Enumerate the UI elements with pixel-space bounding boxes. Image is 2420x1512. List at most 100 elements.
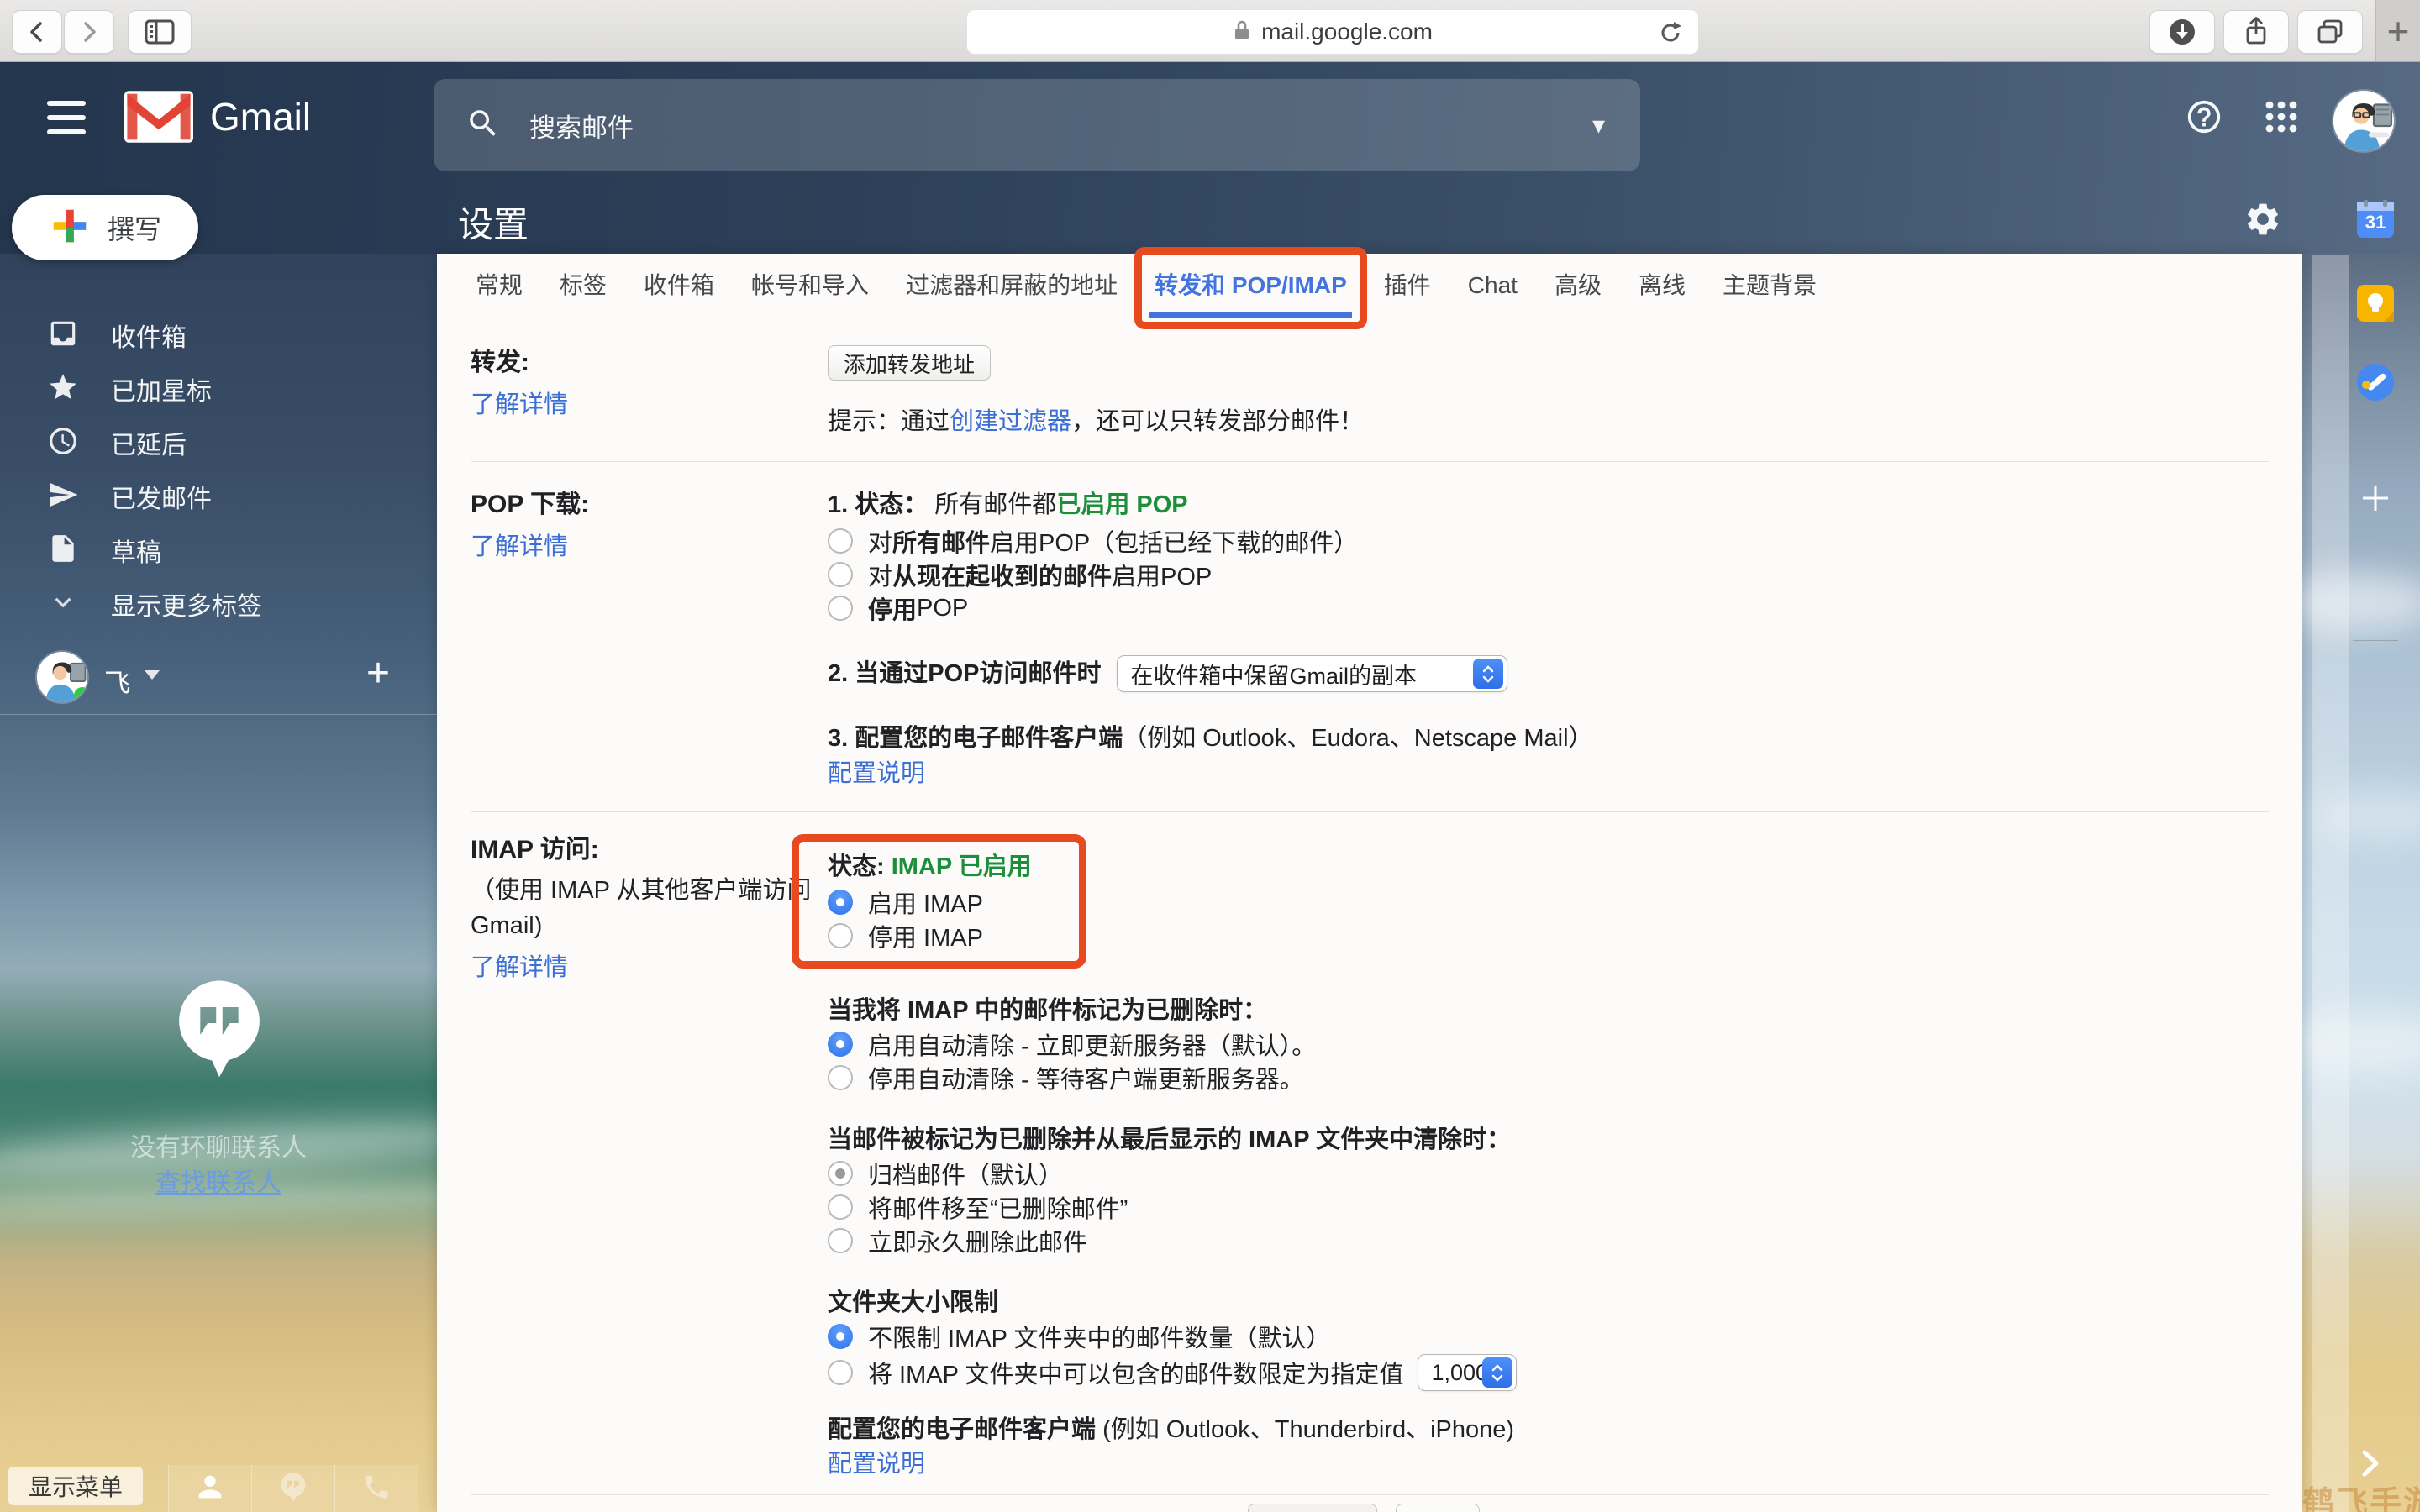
user-avatar[interactable]: [37, 652, 87, 702]
radio-option-imap-enable[interactable]: 启用 IMAP: [828, 885, 1032, 919]
forwarding-section: 转发: 了解详情 添加转发地址 提示：通过创建过滤器，还可以只转发部分邮件！: [471, 342, 2269, 439]
add-forwarding-address-button[interactable]: 添加转发地址: [828, 345, 991, 381]
imap-learn-more-link[interactable]: 了解详情: [471, 950, 828, 985]
section-divider: [471, 811, 2269, 812]
tab-general[interactable]: 常规: [471, 254, 528, 318]
tab-overview-button[interactable]: [2297, 10, 2363, 54]
side-panel-add-icon[interactable]: [2356, 479, 2395, 517]
imap-config-instructions-link[interactable]: 配置说明: [828, 1451, 925, 1478]
sidebar-item-snoozed[interactable]: 已延后: [0, 416, 437, 470]
share-button[interactable]: [2223, 10, 2289, 54]
tab-label: 转发和 POP/IMAP: [1155, 272, 1347, 298]
tab-addons[interactable]: 插件: [1379, 254, 1436, 318]
new-tab-button[interactable]: +: [2375, 0, 2420, 61]
star-icon: [47, 371, 79, 407]
calendar-icon[interactable]: 31: [2356, 200, 2395, 239]
radio-icon[interactable]: [828, 562, 853, 587]
radio-selected-icon[interactable]: [828, 1324, 853, 1349]
tab-inbox[interactable]: 收件箱: [639, 254, 719, 318]
radio-icon[interactable]: [828, 923, 853, 948]
cancel-button[interactable]: 取消: [1396, 1504, 1480, 1512]
help-button[interactable]: [2185, 97, 2223, 140]
radio-option-pop-from-now[interactable]: 对从现在起收到的邮件启用POP: [828, 558, 2269, 591]
radio-option-move-to-trash[interactable]: 将邮件移至“已删除邮件”: [828, 1190, 2269, 1224]
main-menu-button[interactable]: [47, 101, 86, 134]
tab-advanced[interactable]: 高级: [1549, 254, 1607, 318]
tab-forwarding-pop-imap[interactable]: 转发和 POP/IMAP: [1150, 254, 1352, 318]
radio-option-delete-forever[interactable]: 立即永久删除此邮件: [828, 1224, 2269, 1257]
new-chat-button[interactable]: +: [366, 650, 390, 696]
tab-offline[interactable]: 离线: [1634, 254, 1691, 318]
sidebar-item-drafts[interactable]: 草稿: [0, 523, 437, 577]
apps-grid-button[interactable]: [2264, 99, 2299, 139]
radio-option-pop-all-mail[interactable]: 对所有邮件启用POP（包括已经下载的邮件）: [828, 524, 2269, 558]
sidebar-footer-tabs: [168, 1465, 418, 1512]
reload-button[interactable]: [1656, 18, 1685, 51]
tab-themes[interactable]: 主题背景: [1718, 254, 1822, 318]
hangouts-find-contacts-link[interactable]: 查找联系人: [0, 1162, 437, 1199]
imap-limit-select[interactable]: 1,000: [1418, 1354, 1517, 1391]
address-bar[interactable]: mail.google.com: [966, 9, 1699, 55]
radio-icon[interactable]: [828, 1194, 853, 1220]
settings-gear-icon[interactable]: [2244, 200, 2282, 243]
user-caret-icon[interactable]: [145, 670, 160, 680]
radio-option-auto-expunge-off[interactable]: 停用自动清除 - 等待客户端更新服务器。: [828, 1061, 2269, 1095]
pop-status-prefix: 1. 状态：: [828, 491, 928, 518]
radio-option-auto-expunge-on[interactable]: 启用自动清除 - 立即更新服务器（默认）。: [828, 1027, 2269, 1061]
radio-option-no-limit[interactable]: 不限制 IMAP 文件夹中的邮件数量（默认）: [828, 1320, 2269, 1353]
browser-forward-button[interactable]: [64, 10, 114, 54]
forwarding-learn-more-link[interactable]: 了解详情: [471, 387, 828, 423]
imap-status-label: 状态:: [828, 853, 885, 880]
sidebar-item-more-labels[interactable]: 显示更多标签: [0, 577, 437, 631]
radio-option-imap-disable[interactable]: 停用 IMAP: [828, 919, 1032, 953]
radio-option-pop-disable[interactable]: 停用POP: [828, 591, 2269, 625]
radio-option-archive-message[interactable]: 归档邮件（默认）: [828, 1157, 2269, 1190]
sidebar-item-sent[interactable]: 已发邮件: [0, 470, 437, 523]
radio-option-limit-to[interactable]: 将 IMAP 文件夹中可以包含的邮件数限定为指定值 1,000: [828, 1353, 2269, 1392]
imap-status-value: IMAP 已启用: [892, 853, 1032, 880]
sidebar: 撰写 收件箱 已加星标 已延后 已发邮件 草稿: [0, 185, 437, 1512]
tab-chat[interactable]: Chat: [1463, 254, 1523, 318]
contacts-tab[interactable]: [168, 1465, 251, 1512]
radio-icon[interactable]: [828, 596, 853, 621]
lock-icon: [1233, 18, 1251, 46]
search-input[interactable]: 搜索邮件 ▾: [434, 79, 1640, 171]
create-filter-link[interactable]: 创建过滤器: [950, 408, 1071, 435]
tab-accounts-import[interactable]: 帐号和导入: [746, 254, 874, 318]
pop-status-mid: 所有邮件都: [928, 491, 1056, 518]
browser-sidebar-toggle-button[interactable]: [128, 10, 192, 54]
radio-selected-gray-icon[interactable]: [828, 1161, 853, 1186]
user-name[interactable]: 飞: [104, 662, 130, 700]
gmail-logo-icon[interactable]: [124, 91, 193, 147]
sidebar-item-starred[interactable]: 已加星标: [0, 362, 437, 416]
compose-button[interactable]: 撰写: [12, 195, 198, 260]
radio-icon[interactable]: [828, 1360, 853, 1385]
tasks-icon[interactable]: [2356, 363, 2395, 402]
pop-learn-more-link[interactable]: 了解详情: [471, 529, 828, 564]
rail-divider: [2353, 640, 2398, 641]
tab-labels[interactable]: 标签: [555, 254, 612, 318]
phone-tab[interactable]: [334, 1465, 418, 1512]
tab-filters-blocked[interactable]: 过滤器和屏蔽的地址: [901, 254, 1123, 318]
browser-back-button[interactable]: [12, 10, 62, 54]
radio-selected-icon[interactable]: [828, 890, 853, 915]
imap-limit-heading: 文件夹大小限制: [828, 1286, 2269, 1320]
radio-selected-icon[interactable]: [828, 1032, 853, 1057]
radio-icon[interactable]: [828, 1228, 853, 1253]
pop-when-select[interactable]: 在收件箱中保留Gmail的副本: [1117, 655, 1507, 692]
radio-icon[interactable]: [828, 1065, 853, 1090]
select-stepper-icon: [1482, 1357, 1512, 1388]
search-options-caret-icon[interactable]: ▾: [1592, 111, 1605, 140]
chevron-down-icon: [47, 586, 79, 622]
sidebar-item-inbox[interactable]: 收件箱: [0, 308, 437, 362]
keep-icon[interactable]: [2356, 284, 2395, 323]
downloads-button[interactable]: [2149, 10, 2215, 54]
radio-icon[interactable]: [828, 528, 853, 554]
option-text-bold: 所有邮件: [892, 523, 990, 559]
pop-config-instructions-link[interactable]: 配置说明: [828, 760, 925, 787]
hangouts-tab[interactable]: [251, 1465, 334, 1512]
show-menu-button[interactable]: 显示菜单: [8, 1467, 143, 1505]
sidebar-nav: 收件箱 已加星标 已延后 已发邮件 草稿 显示更多标签: [0, 308, 437, 631]
save-changes-button[interactable]: 保存更改: [1248, 1504, 1377, 1512]
account-avatar[interactable]: [2333, 91, 2394, 151]
